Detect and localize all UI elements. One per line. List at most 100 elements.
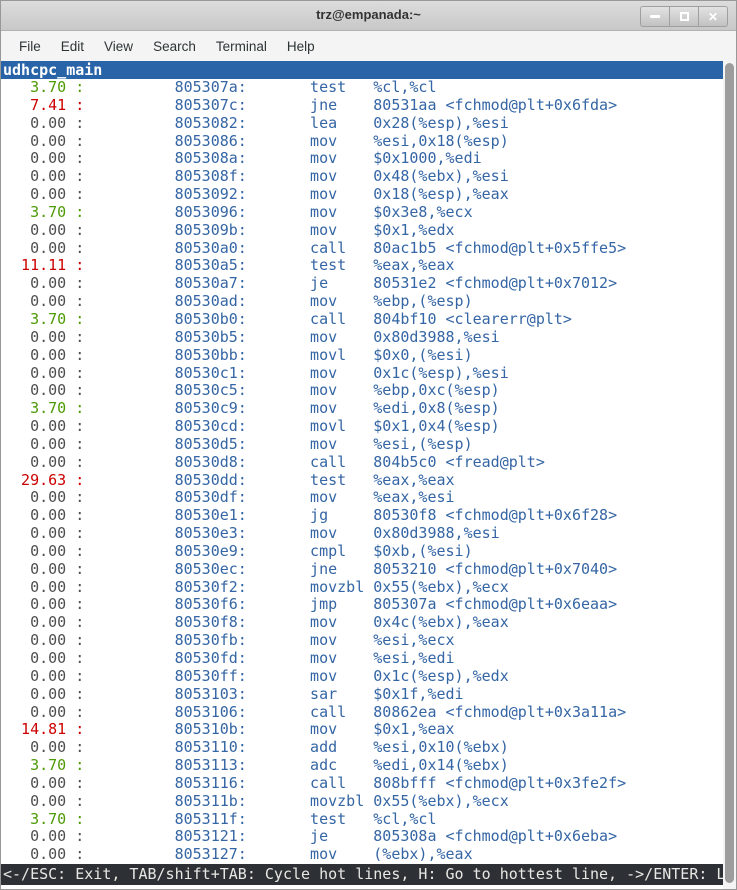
asm-row[interactable]: 0.00 : 80530cd: movl $0x1,0x4(%esp) [3, 418, 723, 436]
percent-cell: 0.00 : [3, 453, 84, 471]
asm-row[interactable]: 0.00 : 80530f2: movzbl 0x55(%ebx),%ecx [3, 579, 723, 597]
asm-row[interactable]: 0.00 : 80530f6: jmp 805307a <fchmod@plt+… [3, 596, 723, 614]
menu-terminal[interactable]: Terminal [206, 34, 277, 59]
asm-row[interactable]: 0.00 : 8053106: call 80862ea <fchmod@plt… [3, 704, 723, 722]
instruction-cell: 80530e1: jg 80530f8 <fchmod@plt+0x6f28> [84, 506, 617, 524]
asm-row[interactable]: 0.00 : 80530a7: je 80531e2 <fchmod@plt+0… [3, 275, 723, 293]
instruction-cell: 8053127: mov (%ebx),%eax [84, 845, 472, 863]
asm-row[interactable]: 0.00 : 80530c5: mov %ebp,0xc(%esp) [3, 382, 723, 400]
menu-edit[interactable]: Edit [51, 34, 94, 59]
asm-row[interactable]: 0.00 : 80530ec: jne 8053210 <fchmod@plt+… [3, 561, 723, 579]
asm-row[interactable]: 11.11 : 80530a5: test %eax,%eax [3, 257, 723, 275]
asm-row[interactable]: 0.00 : 80530ff: mov 0x1c(%esp),%edx [3, 668, 723, 686]
instruction-cell: 8053103: sar $0x1f,%edi [84, 685, 463, 703]
asm-row[interactable]: 0.00 : 8053110: add %esi,0x10(%ebx) [3, 739, 723, 757]
asm-row[interactable]: 0.00 : 8053116: call 808bfff <fchmod@plt… [3, 775, 723, 793]
instruction-cell: 80530fd: mov %esi,%edi [84, 649, 454, 667]
instruction-cell: 80530e3: mov 0x80d3988,%esi [84, 524, 499, 542]
asm-row[interactable]: 3.70 : 80530b0: call 804bf10 <clearerr@p… [3, 311, 723, 329]
asm-row[interactable]: 0.00 : 8053082: lea 0x28(%esp),%esi [3, 115, 723, 133]
asm-row[interactable]: 0.00 : 805308a: mov $0x1000,%edi [3, 150, 723, 168]
asm-row[interactable]: 3.70 : 8053096: mov $0x3e8,%ecx [3, 204, 723, 222]
menu-help[interactable]: Help [277, 34, 325, 59]
scrollbar[interactable] [723, 61, 736, 889]
asm-row[interactable]: 0.00 : 805309b: mov $0x1,%edx [3, 222, 723, 240]
asm-row[interactable]: 0.00 : 80530c1: mov 0x1c(%esp),%esi [3, 365, 723, 383]
percent-cell: 0.00 : [3, 221, 84, 239]
instruction-cell: 8053092: mov 0x18(%esp),%eax [84, 185, 508, 203]
minimize-button[interactable] [640, 6, 670, 27]
instruction-cell: 8053113: adc %edi,0x14(%ebx) [84, 756, 508, 774]
instruction-cell: 80530ff: mov 0x1c(%esp),%edx [84, 667, 508, 685]
instruction-cell: 80530d8: call 804b5c0 <fread@plt> [84, 453, 545, 471]
percent-cell: 29.63 : [3, 471, 84, 489]
asm-row[interactable]: 0.00 : 80530ad: mov %ebp,(%esp) [3, 293, 723, 311]
instruction-cell: 8053110: add %esi,0x10(%ebx) [84, 738, 508, 756]
asm-row[interactable]: 0.00 : 80530e3: mov 0x80d3988,%esi [3, 525, 723, 543]
asm-row[interactable]: 0.00 : 80530d5: mov %esi,(%esp) [3, 436, 723, 454]
asm-row[interactable]: 0.00 : 80530df: mov %eax,%esi [3, 489, 723, 507]
instruction-cell: 80530a0: call 80ac1b5 <fchmod@plt+0x5ffe… [84, 239, 626, 257]
maximize-button[interactable] [669, 6, 699, 27]
asm-row[interactable]: 3.70 : 8053113: adc %edi,0x14(%ebx) [3, 757, 723, 775]
asm-row[interactable]: 0.00 : 8053086: mov %esi,0x18(%esp) [3, 133, 723, 151]
percent-cell: 0.00 : [3, 346, 84, 364]
titlebar[interactable]: trz@empanada:~ ✕ [1, 1, 736, 31]
terminal-screen[interactable]: udhcpc_main 3.70 : 805307a: test %cl,%cl… [1, 61, 736, 889]
percent-cell: 0.00 : [3, 435, 84, 453]
asm-row[interactable]: 0.00 : 80530fd: mov %esi,%edi [3, 650, 723, 668]
instruction-cell: 80530cd: movl $0x1,0x4(%esp) [84, 417, 499, 435]
asm-row[interactable]: 0.00 : 80530e1: jg 80530f8 <fchmod@plt+0… [3, 507, 723, 525]
asm-row[interactable]: 7.41 : 805307c: jne 80531aa <fchmod@plt+… [3, 97, 723, 115]
asm-row[interactable]: 3.70 : 805311f: test %cl,%cl [3, 811, 723, 829]
percent-cell: 0.00 : [3, 845, 84, 863]
asm-row[interactable]: 0.00 : 8053092: mov 0x18(%esp),%eax [3, 186, 723, 204]
asm-row[interactable]: 29.63 : 80530dd: test %eax,%eax [3, 472, 723, 490]
asm-row[interactable]: 14.81 : 805310b: mov $0x1,%eax [3, 721, 723, 739]
asm-row[interactable]: 0.00 : 80530b5: mov 0x80d3988,%esi [3, 329, 723, 347]
annotate-header[interactable]: udhcpc_main [1, 61, 723, 79]
asm-row[interactable]: 0.00 : 80530f8: mov 0x4c(%ebx),%eax [3, 614, 723, 632]
instruction-cell: 80530c1: mov 0x1c(%esp),%esi [84, 364, 508, 382]
instruction-cell: 80530fb: mov %esi,%ecx [84, 631, 454, 649]
asm-row[interactable]: 3.70 : 805307a: test %cl,%cl [3, 79, 723, 97]
menu-file[interactable]: File [9, 34, 51, 59]
instruction-cell: 805308a: mov $0x1000,%edi [84, 149, 481, 167]
terminal-window: trz@empanada:~ ✕ FileEditViewSearchTermi… [0, 0, 737, 890]
percent-cell: 3.70 : [3, 756, 84, 774]
instruction-cell: 8053082: lea 0x28(%esp),%esi [84, 114, 508, 132]
percent-cell: 0.00 : [3, 792, 84, 810]
percent-cell: 0.00 : [3, 738, 84, 756]
close-button[interactable]: ✕ [698, 6, 728, 27]
instruction-cell: 80530e9: cmpl $0xb,(%esi) [84, 542, 472, 560]
percent-cell: 7.41 : [3, 96, 84, 114]
asm-row[interactable]: 0.00 : 80530d8: call 804b5c0 <fread@plt> [3, 454, 723, 472]
instruction-cell: 8053086: mov %esi,0x18(%esp) [84, 132, 508, 150]
asm-row[interactable]: 0.00 : 80530bb: movl $0x0,(%esi) [3, 347, 723, 365]
asm-row[interactable]: 0.00 : 8053103: sar $0x1f,%edi [3, 686, 723, 704]
instruction-cell: 80530df: mov %eax,%esi [84, 488, 454, 506]
instruction-cell: 805307c: jne 80531aa <fchmod@plt+0x6fda> [84, 96, 617, 114]
asm-row[interactable]: 0.00 : 80530a0: call 80ac1b5 <fchmod@plt… [3, 240, 723, 258]
asm-row[interactable]: 0.00 : 805308f: mov 0x48(%ebx),%esi [3, 168, 723, 186]
menu-view[interactable]: View [94, 34, 143, 59]
asm-row[interactable]: 3.70 : 80530c9: mov %edi,0x8(%esp) [3, 400, 723, 418]
menu-search[interactable]: Search [143, 34, 206, 59]
asm-row[interactable]: 0.00 : 8053121: je 805308a <fchmod@plt+0… [3, 828, 723, 846]
percent-cell: 0.00 : [3, 542, 84, 560]
close-icon: ✕ [708, 11, 718, 23]
asm-row[interactable]: 0.00 : 80530e9: cmpl $0xb,(%esi) [3, 543, 723, 561]
asm-row[interactable]: 0.00 : 8053127: mov (%ebx),%eax [3, 846, 723, 864]
instruction-cell: 80530c5: mov %ebp,0xc(%esp) [84, 381, 499, 399]
asm-row[interactable]: 0.00 : 805311b: movzbl 0x55(%ebx),%ecx [3, 793, 723, 811]
instruction-cell: 80530a7: je 80531e2 <fchmod@plt+0x7012> [84, 274, 617, 292]
percent-cell: 0.00 : [3, 524, 84, 542]
percent-cell: 0.00 : [3, 827, 84, 845]
asm-row[interactable]: 0.00 : 80530fb: mov %esi,%ecx [3, 632, 723, 650]
percent-cell: 0.00 : [3, 488, 84, 506]
percent-cell: 3.70 : [3, 79, 84, 96]
instruction-cell: 805307a: test %cl,%cl [84, 79, 436, 96]
scrollbar-thumb[interactable] [725, 63, 734, 883]
instruction-cell: 80530b5: mov 0x80d3988,%esi [84, 328, 499, 346]
percent-cell: 14.81 : [3, 720, 84, 738]
